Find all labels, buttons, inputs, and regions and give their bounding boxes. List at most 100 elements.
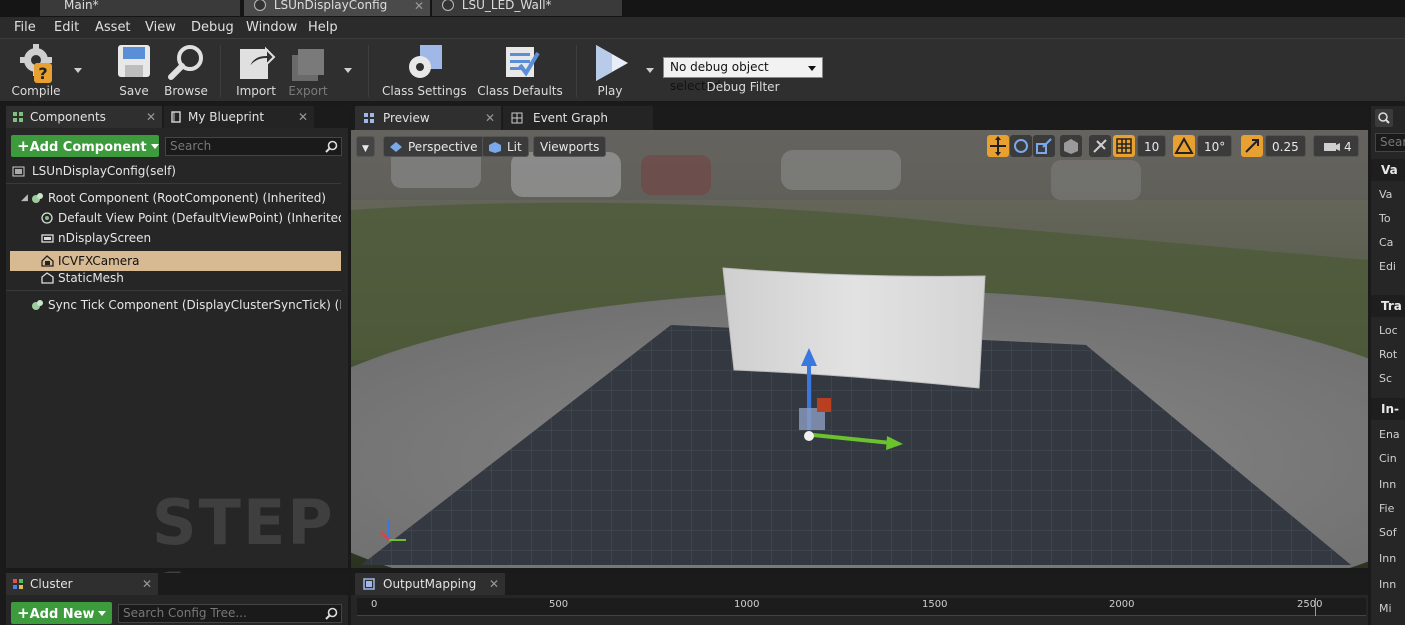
add-component-button[interactable]: +Add Component (11, 135, 159, 157)
camera-icon (41, 255, 54, 267)
rotate-tool-icon[interactable] (1010, 135, 1032, 157)
menu-debug[interactable]: Debug (191, 20, 234, 35)
play-options-dropdown[interactable] (646, 68, 654, 73)
3d-viewport[interactable]: ▼ Perspective Lit Viewports 10 10° 0.25 … (351, 130, 1368, 568)
debug-object-select[interactable]: No debug object selected (663, 57, 823, 93)
viewport-icon (364, 113, 374, 123)
close-icon[interactable]: ✕ (489, 573, 499, 595)
menu-file[interactable]: File (14, 20, 36, 35)
menu-edit[interactable]: Edit (54, 20, 79, 35)
rotate-icon (1014, 139, 1028, 153)
output-mapping-icon (363, 578, 375, 590)
tab-cluster[interactable]: Cluster ✕ (6, 573, 158, 595)
tab-output-mapping[interactable]: OutputMapping ✕ (355, 573, 505, 595)
tree-item-sync-tick-component[interactable]: Sync Tick Component (DisplayClusterSyncT… (6, 295, 341, 315)
class-settings-label: Class Settings (382, 84, 467, 98)
details-row: Ena (1379, 428, 1400, 441)
tree-item-label: LSUnDisplayConfig(self) (32, 164, 176, 178)
doc-tab-label: Main* (64, 0, 99, 12)
tree-item-ndisplayscreen[interactable]: nDisplayScreen (6, 228, 341, 248)
tree-divider (6, 290, 341, 291)
close-icon[interactable]: ✕ (142, 573, 152, 595)
class-defaults-label: Class Defaults (477, 84, 563, 98)
play-label: Play (597, 84, 623, 98)
tree-item-root-component[interactable]: ◢ Root Component (RootComponent) (Inheri… (6, 188, 341, 208)
world-local-toggle-icon[interactable] (1060, 135, 1082, 157)
lit-button[interactable]: Lit (482, 136, 529, 157)
menu-help[interactable]: Help (308, 20, 338, 35)
details-collapsed-row[interactable]: Sof (1379, 526, 1397, 539)
details-row: Ca (1379, 236, 1394, 249)
compile-button[interactable]: ? Compile (8, 39, 64, 101)
details-section-3[interactable]: In- (1371, 398, 1405, 420)
tab-preview-label: Preview (383, 111, 430, 125)
viewports-label: Viewports (540, 140, 600, 154)
output-mapping-panel: OutputMapping ✕ 0 500 1000 1500 2000 250… (351, 573, 1368, 625)
graph-icon (511, 112, 523, 124)
rotation-snap-icon[interactable] (1173, 135, 1195, 157)
menu-view[interactable]: View (145, 20, 176, 35)
browse-button[interactable]: Browse (162, 39, 210, 101)
details-collapsed-row[interactable]: Mi (1379, 602, 1392, 615)
grid-snap-value[interactable]: 10 (1137, 135, 1167, 157)
toolbar: ? Compile Save Browse Import Export Clas… (0, 38, 1405, 101)
details-tab[interactable] (1375, 109, 1393, 127)
tab-preview[interactable]: Preview ✕ (355, 106, 501, 130)
add-component-label: Add Component (29, 140, 147, 155)
add-new-button[interactable]: +Add New (11, 602, 112, 624)
doc-tab-lsundisplayconfig[interactable]: LSUnDisplayConfig ✕ (244, 0, 430, 16)
cluster-panel: Cluster ✕ +Add New Search Config Tree... (6, 573, 348, 625)
scale-snap-icon[interactable] (1241, 135, 1263, 157)
viewpoint-icon (41, 212, 53, 224)
translate-tool-icon[interactable] (987, 135, 1009, 157)
details-section-transform[interactable]: Tra (1371, 295, 1405, 317)
scene-component-icon (32, 193, 43, 203)
details-collapsed-row[interactable]: Inn (1379, 552, 1396, 565)
perspective-button[interactable]: Perspective (383, 136, 485, 157)
expand-arrow-icon[interactable]: ◢ (21, 188, 28, 208)
compile-options-dropdown[interactable] (74, 68, 82, 73)
tree-item-default-view-point[interactable]: Default View Point (DefaultViewPoint) (I… (6, 208, 341, 228)
grid-snap-icon[interactable] (1113, 135, 1135, 157)
camera-speed-button[interactable]: 4 (1313, 135, 1359, 157)
close-icon[interactable]: ✕ (414, 0, 424, 15)
save-button[interactable]: Save (112, 39, 156, 101)
screen-icon (41, 234, 54, 243)
class-defaults-button[interactable]: Class Defaults (476, 39, 564, 101)
details-collapsed-row[interactable]: Inn (1379, 578, 1396, 591)
tree-item-staticmesh[interactable]: StaticMesh (6, 268, 341, 288)
menu-window[interactable]: Window (246, 20, 297, 35)
surface-snap-icon[interactable] (1089, 135, 1111, 157)
tree-item-label: Root Component (RootComponent) (Inherite… (48, 191, 326, 205)
tab-components[interactable]: Components ✕ (6, 106, 162, 128)
play-button[interactable]: Play (586, 39, 634, 101)
export-button[interactable]: Export (284, 39, 332, 101)
details-section-1[interactable]: Va (1371, 159, 1405, 181)
viewport-options-button[interactable]: ▼ (356, 136, 375, 157)
cluster-icon (13, 579, 23, 589)
close-icon[interactable]: ✕ (146, 106, 156, 128)
config-tree-search-input[interactable]: Search Config Tree... (118, 604, 342, 623)
doc-tab-lsu-led-wall[interactable]: LSU_LED_Wall* (432, 0, 622, 16)
details-search-input[interactable]: Sear (1375, 133, 1405, 152)
rotation-snap-value[interactable]: 10° (1197, 135, 1233, 157)
import-button[interactable]: Import (232, 39, 280, 101)
section-label: Tra (1381, 299, 1402, 313)
tree-item-self[interactable]: LSUnDisplayConfig(self) (6, 161, 341, 181)
tab-my-blueprint[interactable]: My Blueprint ✕ (164, 106, 314, 128)
viewports-button[interactable]: Viewports (533, 136, 607, 157)
scale-snap-value[interactable]: 0.25 (1265, 135, 1306, 157)
ruler-label: 1500 (922, 599, 948, 610)
component-search-input[interactable]: Search (165, 137, 342, 156)
scale-tool-icon[interactable] (1033, 135, 1055, 157)
menu-asset[interactable]: Asset (95, 20, 131, 35)
document-tab-bar: Main* LSUnDisplayConfig ✕ LSU_LED_Wall* (0, 0, 1405, 17)
doc-tab-main[interactable]: Main* (40, 0, 240, 16)
add-new-label: Add New (29, 607, 95, 622)
close-icon[interactable]: ✕ (485, 106, 495, 130)
tab-event-graph[interactable]: Event Graph (503, 106, 653, 130)
close-icon[interactable]: ✕ (298, 106, 308, 128)
debug-filter-label: Debug Filter (706, 80, 780, 94)
class-settings-button[interactable]: Class Settings (382, 39, 467, 101)
export-options-dropdown[interactable] (344, 68, 352, 73)
